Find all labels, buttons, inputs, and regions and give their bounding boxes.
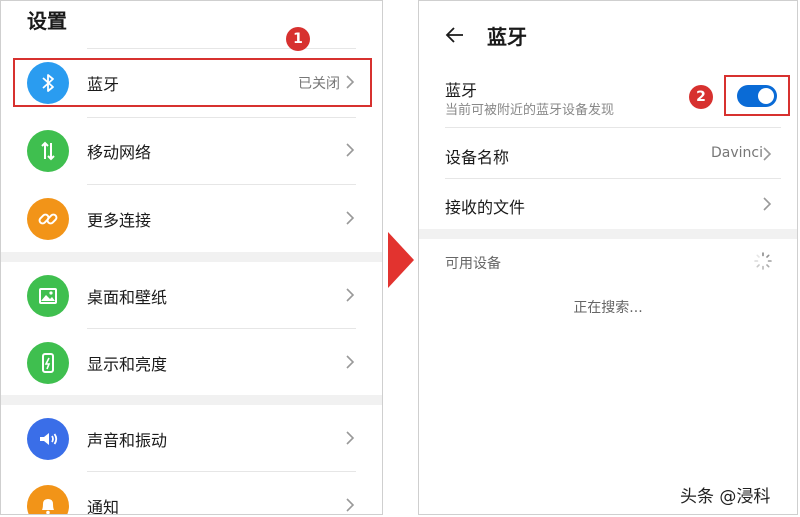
section-gap xyxy=(419,229,797,239)
page-title: 设置 xyxy=(27,9,67,33)
settings-item-label: 通知 xyxy=(87,498,120,515)
watermark: 头条 @浸科 xyxy=(680,487,771,507)
page-title: 蓝牙 xyxy=(487,25,527,49)
highlight-box-step2 xyxy=(724,75,790,116)
settings-panel: 设置 蓝牙 已关闭 1 移动网络 更多连接 桌面和壁纸 显示和亮度 声音和振动 … xyxy=(0,0,383,515)
loading-spinner-icon xyxy=(754,252,772,270)
step-badge-2: 2 xyxy=(689,85,713,109)
speaker-icon xyxy=(27,418,69,460)
chevron-right-icon xyxy=(346,355,355,369)
settings-item-label: 声音和振动 xyxy=(87,431,168,450)
chevron-right-icon xyxy=(346,211,355,225)
back-arrow-icon[interactable] xyxy=(443,23,467,47)
settings-item-label: 显示和亮度 xyxy=(87,355,168,374)
available-devices-header: 可用设备 xyxy=(445,256,501,272)
searching-status: 正在搜索... xyxy=(573,300,643,316)
phone-brightness-icon xyxy=(27,342,69,384)
settings-item-notifications[interactable]: 通知 xyxy=(1,472,382,515)
section-gap xyxy=(1,395,382,405)
bell-icon xyxy=(27,485,69,514)
highlight-box-step1 xyxy=(13,58,372,107)
settings-item-label: 桌面和壁纸 xyxy=(87,288,168,307)
device-name-value: Davinci xyxy=(711,145,763,161)
chevron-right-icon xyxy=(763,147,772,161)
chevron-right-icon xyxy=(346,143,355,157)
settings-item-mobile-network[interactable]: 移动网络 xyxy=(1,117,382,183)
chevron-right-icon xyxy=(763,197,772,211)
section-gap xyxy=(1,252,382,262)
chevron-right-icon xyxy=(346,288,355,302)
step-badge-1: 1 xyxy=(286,27,310,51)
bluetooth-panel: 蓝牙 蓝牙 当前可被附近的蓝牙设备发现 2 设备名称 Davinci 接收的文件… xyxy=(418,0,798,515)
device-name-row[interactable]: 设备名称 Davinci xyxy=(419,128,797,178)
mobile-data-icon xyxy=(27,130,69,172)
link-icon xyxy=(27,198,69,240)
settings-item-sound[interactable]: 声音和振动 xyxy=(1,405,382,471)
device-name-label: 设备名称 xyxy=(445,148,510,167)
transition-arrow-icon xyxy=(388,232,414,288)
settings-item-label: 更多连接 xyxy=(87,211,152,230)
chevron-right-icon xyxy=(346,431,355,445)
settings-item-label: 移动网络 xyxy=(87,143,152,162)
bluetooth-label: 蓝牙 xyxy=(445,81,478,100)
wallpaper-icon xyxy=(27,275,69,317)
settings-item-wallpaper[interactable]: 桌面和壁纸 xyxy=(1,262,382,328)
received-files-label: 接收的文件 xyxy=(445,198,526,217)
received-files-row[interactable]: 接收的文件 xyxy=(419,179,797,229)
chevron-right-icon xyxy=(346,498,355,512)
settings-item-more-connections[interactable]: 更多连接 xyxy=(1,185,382,251)
bluetooth-subtitle: 当前可被附近的蓝牙设备发现 xyxy=(445,103,615,118)
settings-item-display[interactable]: 显示和亮度 xyxy=(1,329,382,395)
